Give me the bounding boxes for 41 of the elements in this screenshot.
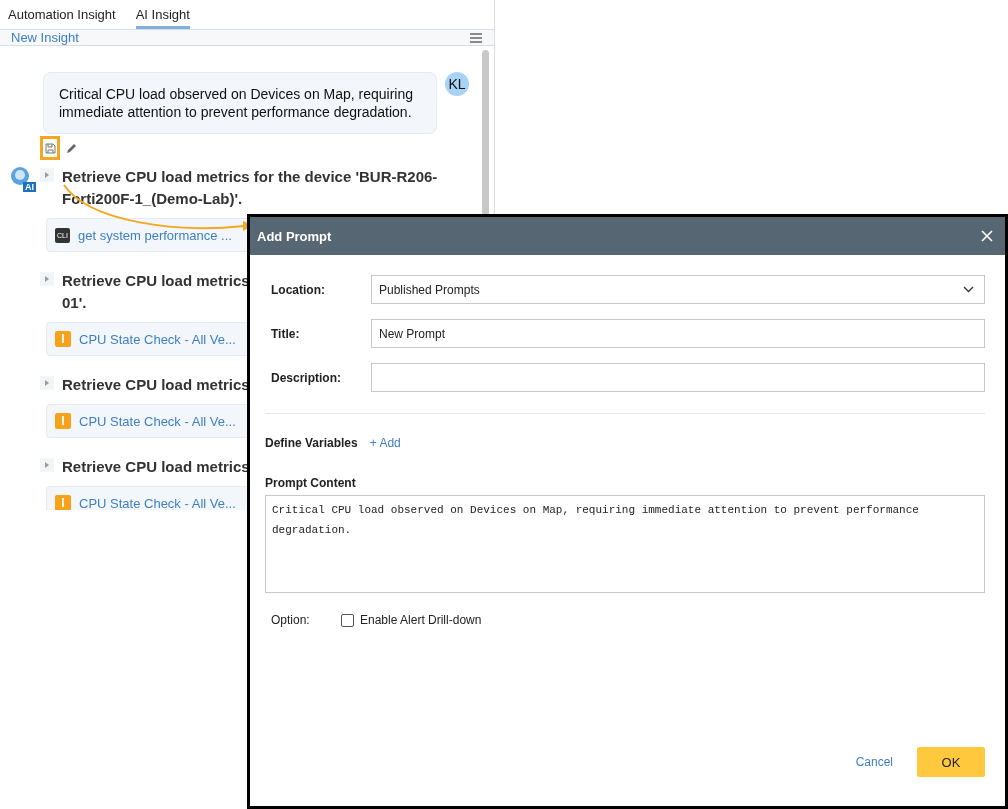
text-field[interactable]: New Prompt [371, 319, 985, 348]
option-label: Option: [270, 613, 311, 627]
ok-button[interactable]: OK [917, 747, 985, 777]
tab[interactable]: Automation Insight [8, 0, 116, 29]
cancel-button[interactable]: Cancel [849, 747, 899, 777]
tool-link[interactable]: CPU State Check - All Ve... [79, 331, 236, 347]
field-label: Title: [270, 326, 301, 341]
checkbox[interactable] [341, 613, 354, 627]
step-title: 01'. [62, 293, 88, 313]
field-label: Location: [270, 282, 326, 297]
expand-icon[interactable] [40, 458, 54, 472]
expand-icon[interactable] [40, 168, 54, 182]
section-label: Define Variables [265, 436, 358, 450]
field-label: Description: [270, 370, 342, 385]
step-title: Retrieve CPU load metrics for the device 'BUR-R206- [62, 167, 438, 187]
tool-link[interactable]: CPU State Check - All Ve... [79, 413, 236, 429]
step-title: Retrieve CPU load metrics [62, 457, 250, 477]
tool-link[interactable]: get system performance ... [78, 227, 232, 243]
step-title: Retrieve CPU load metrics [62, 271, 250, 291]
expand-icon[interactable] [40, 376, 54, 390]
tool-badge: I [55, 413, 71, 429]
user-avatar: KL [445, 72, 469, 96]
step-title: Retrieve CPU load metrics [62, 375, 250, 395]
dialog-title: Add Prompt [257, 228, 332, 244]
new-insight-link[interactable]: New Insight [11, 30, 79, 45]
save-icon[interactable] [44, 142, 56, 154]
location-dropdown[interactable]: Published Prompts [371, 275, 985, 304]
expand-icon[interactable] [40, 272, 54, 286]
prompt-content-field[interactable]: Critical CPU load observed on Devices on Map, requiring immediate attention to prevent performance degradation. [265, 495, 985, 593]
tool-badge: I [55, 331, 71, 347]
menu-icon[interactable] [470, 32, 482, 43]
checkbox-label[interactable]: Enable Alert Drill-down [360, 613, 482, 627]
message-text: Critical CPU load observed on Devices on Map, requiring immediate attention to prevent performance degradation. [59, 86, 414, 120]
pencil-icon[interactable] [66, 142, 77, 154]
section-label: Prompt Content [265, 476, 357, 490]
chevron-down-icon [963, 286, 974, 293]
tool-link[interactable]: CPU State Check - All Ve... [79, 495, 236, 510]
close-icon[interactable] [981, 230, 993, 242]
add-link[interactable]: + Add [369, 436, 401, 450]
text-field[interactable] [371, 363, 985, 392]
tool-badge: I [55, 495, 71, 510]
